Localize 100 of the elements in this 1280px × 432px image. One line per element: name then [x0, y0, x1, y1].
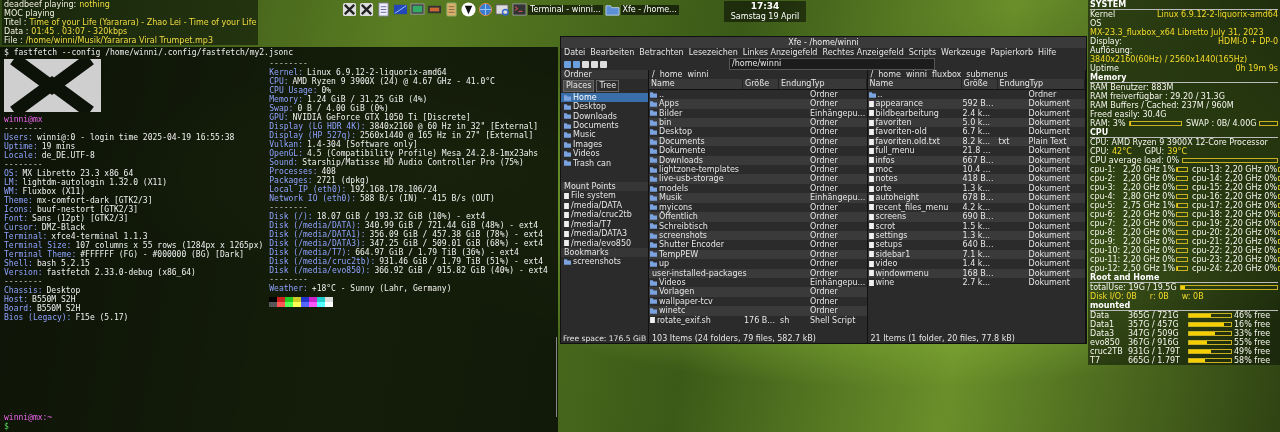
file-row[interactable]: live-usb-storage Ordner [649, 174, 867, 184]
separator-text: -------- [269, 203, 309, 212]
clock-date: Samstag 19 April [730, 12, 800, 22]
file-row[interactable]: favoriten 5.0 k... Dokument [867, 118, 1085, 128]
music-label: MOC playing [4, 9, 55, 18]
column-header[interactable]: Endung [997, 79, 1028, 89]
drive-name: Data3 [1090, 329, 1116, 338]
file-row[interactable]: windowmenu 168 B... Dokument [867, 268, 1085, 278]
file-type: Dokument [1028, 249, 1070, 259]
info-key: Vulkan: [269, 140, 303, 149]
breadcrumb[interactable]: winni [905, 70, 928, 80]
mount-item[interactable]: /media/T7 [561, 219, 648, 230]
drive-usage: 365G / 721G [1128, 311, 1180, 320]
menu-item[interactable]: Datei [564, 48, 586, 58]
file-row[interactable]: user-installed-packages Ordner [649, 268, 867, 278]
stat-label: Auflösung: [1090, 46, 1133, 55]
core-label: cpu-13: [1192, 165, 1222, 174]
mount-item[interactable]: /media/cruc2tb [561, 210, 648, 220]
breadcrumb[interactable]: / [870, 70, 874, 80]
menu-item[interactable]: Linkes Anzeigefeld [742, 48, 818, 58]
breadcrumb[interactable]: home [878, 70, 901, 80]
place-item[interactable]: Downloads [561, 111, 648, 122]
file-type: Dokument [1028, 174, 1070, 184]
file-row[interactable]: screenshots Ordner [649, 230, 867, 241]
menu-item[interactable]: Papierkorb [990, 48, 1034, 58]
file-row[interactable]: winetc Ordner [649, 306, 867, 316]
info-key: Icons: [4, 205, 33, 214]
column-header[interactable]: Endung [779, 79, 809, 89]
file-row[interactable]: Bilder Einhängepu... [649, 108, 867, 119]
info-key: Disk (/media/DATA1): [269, 230, 366, 239]
drive-free: 46% free [1234, 311, 1272, 320]
sidebar-tab[interactable]: Places [563, 80, 595, 92]
file-row[interactable]: sidebar1 7.1 k... Dokument [867, 249, 1085, 260]
section-heading: mounted [1090, 301, 1278, 311]
menu-item[interactable]: Bearbeiten [590, 48, 635, 58]
file-row[interactable]: Videos Einhängepu... [649, 277, 867, 288]
column-header[interactable]: Name [649, 79, 743, 89]
place-item[interactable]: Videos [561, 149, 648, 159]
menu-item[interactable]: Rechtes Anzeigefeld [822, 48, 904, 58]
breadcrumb[interactable]: home [659, 70, 683, 80]
file-row[interactable]: Öffentlich Ordner [649, 212, 867, 222]
file-row[interactable]: Apps Ordner [649, 99, 867, 109]
info-value: F15e (5.17) [75, 313, 129, 322]
file-type: Dokument [1028, 127, 1070, 137]
file-row[interactable]: autoheight 678 B... Dokument [867, 193, 1085, 203]
place-item[interactable]: Trash can [561, 158, 648, 169]
task-label[interactable]: Terminal - winni... [528, 4, 603, 15]
place-item[interactable]: Documents [561, 121, 648, 131]
info-key: Local IP (eth0): [269, 185, 347, 194]
file-row[interactable]: Documents Ordner [649, 136, 867, 147]
drive-name: evo850 [1090, 338, 1121, 347]
menu-item[interactable]: Hilfe [1038, 48, 1057, 58]
file-row[interactable]: screens 690 B... Dokument [867, 212, 1085, 222]
file-row[interactable]: Musik Einhängepu... [649, 193, 867, 203]
task-label[interactable]: Xfe - /home... [620, 4, 679, 15]
breadcrumb[interactable]: / [652, 70, 655, 80]
info-value: bash 5.2.15 [36, 259, 90, 268]
column-header[interactable]: Name [867, 79, 962, 89]
breadcrumb[interactable]: fluxbox [932, 70, 962, 80]
file-row[interactable]: notes 418 B... Dokument [867, 174, 1085, 184]
window-title: Xfe - /home/winni [561, 37, 1086, 48]
sidebar-tab[interactable]: Tree [596, 80, 620, 92]
info-key: Weather: [269, 284, 308, 293]
file-size: 678 B... [962, 193, 994, 203]
place-item[interactable]: Images [561, 139, 648, 150]
io-reading: r: 0B [1149, 292, 1169, 301]
info-value: Fluxbox (X11) [22, 187, 86, 196]
info-value: Desktop [46, 286, 81, 295]
mount-item[interactable]: /media/DATA3 [561, 229, 648, 239]
info-key: Network IO (eth0): [269, 194, 356, 203]
info-value: 366.92 GiB / 915.82 GiB (40%) - ext4 [374, 266, 548, 275]
menu-item[interactable]: Scripts [908, 48, 937, 58]
file-row[interactable]: bin Ordner [649, 118, 867, 128]
file-row[interactable]: favoriten.old.txt 8.2 k... txt Plain Text [867, 136, 1085, 147]
file-row[interactable]: TempPEW Ordner [649, 249, 867, 260]
file-row[interactable]: infos 667 B... Dokument [867, 155, 1085, 166]
drive-name: Data [1090, 311, 1111, 320]
place-item[interactable]: Desktop [561, 102, 648, 112]
bookmark-item[interactable]: screenshots [561, 257, 648, 267]
file-row[interactable]: appearance 592 B... Dokument [867, 99, 1085, 109]
info-value: 0 B / 4.00 GiB (0%) [297, 104, 389, 113]
core-label: cpu-10: [1090, 246, 1120, 255]
menu-item[interactable]: Betrachten [639, 48, 684, 58]
column-header[interactable]: Größe [743, 79, 779, 89]
place-item[interactable]: Music [561, 130, 648, 140]
mount-item[interactable]: File system [561, 191, 648, 201]
menu-item[interactable]: Lesezeichen [688, 48, 738, 58]
file-name: Shutter Encoder [659, 240, 724, 250]
mount-item[interactable]: /media/DATA [561, 200, 648, 211]
menu-item[interactable]: Werkzeuge [941, 48, 986, 58]
location-field[interactable]: /home/winni [729, 58, 935, 70]
file-row[interactable]: Downloads Ordner [649, 155, 867, 166]
file-row[interactable]: Vorlagen Ordner [649, 287, 867, 297]
file-type: Dokument [1028, 268, 1070, 278]
breadcrumb[interactable]: submenus [966, 70, 1008, 80]
breadcrumb[interactable]: winni [687, 70, 709, 80]
file-row[interactable]: settings 1.3 k... Dokument [867, 230, 1085, 241]
mount-item[interactable]: /media/evo850 [561, 238, 648, 248]
place-item[interactable]: Home [561, 92, 648, 103]
column-header[interactable]: Größe [961, 79, 998, 89]
